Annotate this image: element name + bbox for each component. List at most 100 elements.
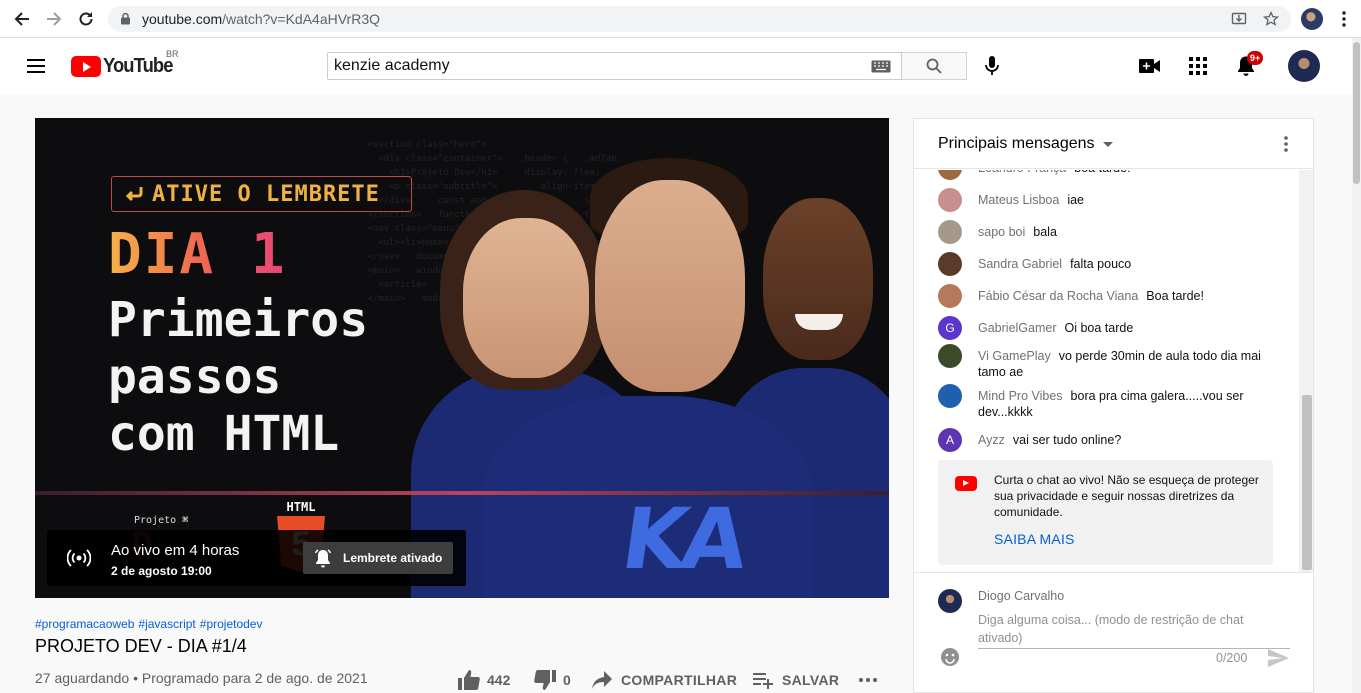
chat-author-avatar[interactable] — [938, 220, 962, 244]
chat-author-name[interactable]: sapo boi — [978, 225, 1025, 239]
notice-text: Curta o chat ao vivo! Não se esqueça de … — [994, 473, 1259, 519]
youtube-icon — [955, 476, 977, 491]
chat-message-body: GabrielGamer Oi boa tarde — [978, 320, 1278, 336]
chat-author-name[interactable]: Leandro França — [978, 170, 1066, 175]
chat-author-name[interactable]: Mateus Lisboa — [978, 193, 1059, 207]
chat-header: Principais mensagens — [914, 119, 1313, 169]
share-label: COMPARTILHAR — [621, 672, 738, 688]
chat-author-avatar[interactable] — [938, 284, 962, 308]
chat-author-avatar[interactable] — [938, 170, 962, 180]
search-input[interactable]: kenzie academy — [327, 52, 902, 80]
dislike-button[interactable]: 0 — [533, 668, 571, 692]
live-broadcast-icon — [67, 549, 91, 567]
search-query: kenzie academy — [334, 57, 450, 74]
thumbnail-accent-line — [35, 491, 889, 495]
chat-message-body: Mind Pro Vibes bora pra cima galera.....v… — [978, 388, 1278, 420]
chat-author-name[interactable]: Ayzz — [978, 433, 1005, 447]
chat-mode-dropdown[interactable]: Principais mensagens — [938, 135, 1095, 153]
chat-message-input[interactable]: Diga alguma coisa... (modo de restrição … — [978, 611, 1290, 649]
playlist-add-icon — [753, 673, 773, 689]
bookmark-star-icon[interactable] — [1262, 10, 1280, 28]
chat-message-body: Leandro França boa tarde! — [978, 170, 1278, 176]
bell-ringing-icon — [314, 549, 332, 568]
install-app-icon[interactable] — [1230, 10, 1248, 28]
region-code: BR — [166, 49, 179, 59]
projeto-dev-logo: Projeto ⌘D — [132, 515, 189, 565]
video-player[interactable]: <section class="hero"> <div class="conta… — [35, 118, 889, 598]
microphone-icon[interactable] — [980, 54, 1004, 78]
hashtag-link[interactable]: #projetodev — [200, 617, 263, 631]
save-button[interactable]: SALVAR — [752, 668, 839, 692]
video-title: PROJETO DEV - DIA #1/4 — [35, 636, 247, 656]
thumbnail-headline: Primeiros passos com HTML — [108, 292, 369, 462]
page-scrollbar[interactable] — [1352, 38, 1361, 693]
chat-author-avatar[interactable]: A — [938, 428, 962, 452]
chat-author-avatar[interactable] — [938, 384, 962, 408]
share-button[interactable]: COMPARTILHAR — [591, 668, 737, 692]
browser-menu-icon[interactable] — [1334, 8, 1354, 30]
chevron-down-icon[interactable] — [1103, 142, 1113, 147]
chat-author-name[interactable]: Sandra Gabriel — [978, 257, 1062, 271]
chat-message-text: iae — [1067, 193, 1084, 207]
chat-scrollbar-thumb[interactable] — [1302, 395, 1312, 570]
apps-grid-icon[interactable] — [1186, 54, 1210, 78]
youtube-logo[interactable]: YouTube BR — [71, 49, 179, 77]
day-title: DIA 1 — [108, 222, 287, 287]
hashtag-link[interactable]: #javascript — [138, 617, 195, 631]
return-arrow-icon — [125, 187, 143, 202]
chat-input-area: Diogo Carvalho Diga alguma coisa... (mod… — [914, 572, 1313, 692]
create-video-icon[interactable] — [1138, 54, 1162, 78]
chat-message-text: Oi boa tarde — [1064, 321, 1134, 335]
url-text: youtube.com/watch?v=KdA4aHVrR3Q — [142, 11, 381, 27]
remind-tag-text: ATIVE O LEMBRETE — [152, 181, 380, 207]
chat-menu-icon[interactable] — [1278, 134, 1294, 154]
chat-author-name[interactable]: Vi GamePlay — [978, 349, 1051, 363]
hashtag-list: #programacaoweb #javascript #projetodev — [35, 617, 266, 631]
chat-author-avatar[interactable]: G — [938, 316, 962, 340]
emoji-icon[interactable] — [940, 647, 960, 667]
chat-message-text: bala — [1033, 225, 1057, 239]
chat-author-name[interactable]: Fábio César da Rocha Viana — [978, 289, 1138, 303]
chat-notice: Curta o chat ao vivo! Não se esqueça de … — [938, 460, 1273, 565]
chat-author-name[interactable]: GabrielGamer — [978, 321, 1057, 335]
thumbs-up-icon — [458, 670, 480, 690]
keyboard-icon[interactable] — [871, 60, 891, 73]
remind-tag: ATIVE O LEMBRETE — [111, 176, 412, 212]
chat-author-avatar[interactable] — [938, 252, 962, 276]
shirt-logo: KA — [616, 490, 748, 588]
reminder-button-label: Lembrete ativado — [343, 551, 443, 565]
like-button[interactable]: 442 — [457, 668, 510, 692]
reminder-active-button[interactable]: Lembrete ativado — [303, 542, 453, 574]
account-avatar[interactable] — [1288, 50, 1320, 82]
reload-icon[interactable] — [75, 8, 97, 30]
address-bar[interactable]: youtube.com/watch?v=KdA4aHVrR3Q — [108, 6, 1291, 32]
more-actions-button[interactable] — [858, 668, 878, 692]
chat-message-body: Vi GamePlay vo perde 30min de aula todo d… — [978, 348, 1278, 380]
back-arrow-icon[interactable] — [11, 8, 33, 30]
live-datetime: 2 de agosto 19:00 — [111, 564, 212, 578]
chat-author-name[interactable]: Mind Pro Vibes — [978, 389, 1063, 403]
user-avatar — [938, 589, 962, 613]
chat-author-avatar[interactable] — [938, 344, 962, 368]
search-button[interactable] — [902, 52, 967, 80]
page-scrollbar-thumb[interactable] — [1353, 42, 1360, 184]
chat-message-body: Fábio César da Rocha Viana Boa tarde! — [978, 288, 1278, 304]
share-arrow-icon — [592, 671, 612, 689]
search-icon — [926, 58, 942, 74]
dislike-count: 0 — [563, 672, 571, 688]
hashtag-link[interactable]: #programacaoweb — [35, 617, 134, 631]
browser-profile-avatar[interactable] — [1301, 8, 1323, 30]
live-status-card: Ao vivo em 4 horas 2 de agosto 19:00 Lem… — [47, 530, 466, 586]
chat-message-body: sapo boi bala — [978, 224, 1278, 240]
hamburger-menu-icon[interactable] — [24, 54, 48, 78]
learn-more-link[interactable]: SAIBA MAIS — [994, 531, 1075, 547]
send-icon[interactable] — [1266, 646, 1290, 670]
forward-arrow-icon[interactable] — [43, 8, 65, 30]
chat-message-text: Boa tarde! — [1146, 289, 1204, 303]
chat-author-avatar[interactable] — [938, 188, 962, 212]
video-meta: 27 aguardando • Programado para 2 de ago… — [35, 670, 368, 686]
chat-message-body: Ayzz vai ser tudo online? — [978, 432, 1278, 448]
char-counter: 0/200 — [1216, 651, 1248, 665]
input-username: Diogo Carvalho — [978, 589, 1065, 603]
browser-toolbar: youtube.com/watch?v=KdA4aHVrR3Q — [0, 0, 1361, 38]
